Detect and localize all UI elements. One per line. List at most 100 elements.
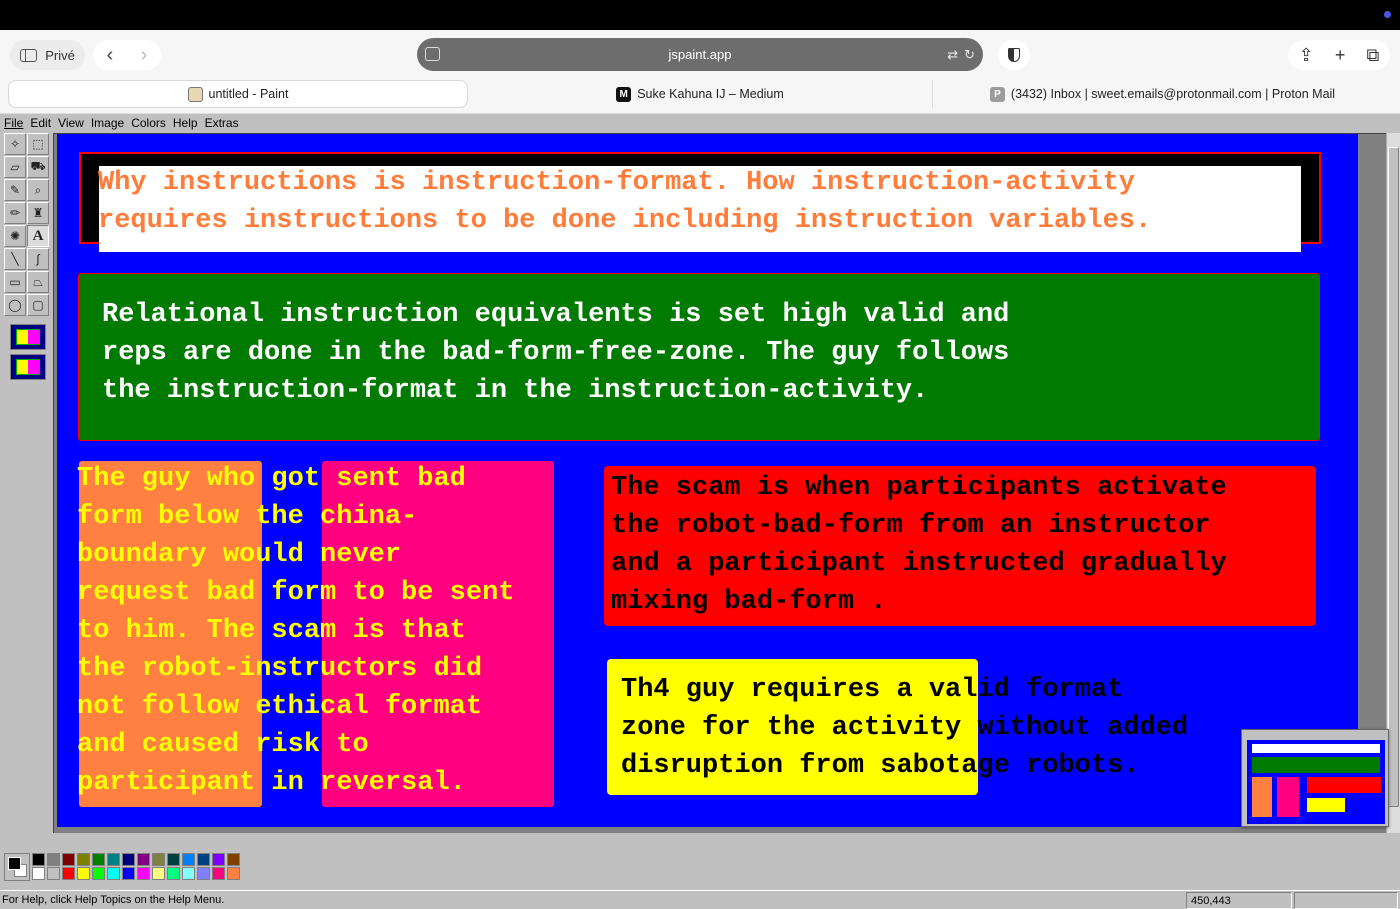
forward-icon[interactable]: › <box>127 40 161 70</box>
palette-swatch[interactable] <box>137 853 150 866</box>
thumbnail-red <box>1307 777 1381 793</box>
shield-icon <box>1008 48 1020 62</box>
curve-icon[interactable]: ∫ <box>27 248 49 270</box>
eraser-icon[interactable]: ▱ <box>4 156 26 178</box>
palette-swatch[interactable] <box>47 867 60 880</box>
palette-swatch[interactable] <box>212 867 225 880</box>
status-dot-icon <box>1384 11 1391 18</box>
palette-swatch[interactable] <box>182 867 195 880</box>
proton-icon: P <box>989 86 1005 102</box>
palette-swatch[interactable] <box>122 853 135 866</box>
red-box-text: The scam is when participants activate t… <box>611 473 1227 617</box>
rounded-rectangle-icon[interactable]: ▢ <box>27 294 49 316</box>
new-tab-icon[interactable]: + <box>1335 45 1346 66</box>
menu-edit[interactable]: Edit <box>26 114 54 132</box>
tab-proton-mail[interactable]: P (3432) Inbox | sweet.emails@protonmail… <box>932 80 1392 108</box>
heading-text: Why instructions is instruction-format. … <box>98 168 1152 236</box>
tab-paint[interactable]: untitled - Paint <box>8 80 468 108</box>
thumbnail-green <box>1252 757 1380 773</box>
line-icon[interactable]: ╲ <box>4 248 26 270</box>
thumbnail-heading <box>1252 744 1380 753</box>
left-column-text: The guy who got sent bad form below the … <box>77 464 515 798</box>
tab-label: untitled - Paint <box>208 87 289 101</box>
palette-swatch[interactable] <box>167 853 180 866</box>
reload-icon[interactable]: ↻ <box>964 47 975 63</box>
current-colors[interactable] <box>4 853 30 881</box>
reader-icon[interactable] <box>425 47 440 61</box>
palette-swatch[interactable] <box>32 867 45 880</box>
rectangle-icon[interactable]: ▭ <box>4 271 26 293</box>
selection-size <box>1294 892 1398 909</box>
yellow-box-text: Th4 guy requires a valid format zone for… <box>621 675 1189 781</box>
palette-swatch[interactable] <box>107 867 120 880</box>
palette-swatch[interactable] <box>92 853 105 866</box>
thumbnail-yellow <box>1307 798 1345 812</box>
palette-swatch[interactable] <box>62 853 75 866</box>
menu-colors[interactable]: Colors <box>127 114 169 132</box>
pencil-icon[interactable]: ✏ <box>4 202 26 224</box>
palette-swatch[interactable] <box>77 853 90 866</box>
menu-help[interactable]: Help <box>169 114 201 132</box>
palette-swatch[interactable] <box>107 853 120 866</box>
polygon-icon[interactable]: ⏢ <box>27 271 49 293</box>
private-label: Privé <box>45 47 75 63</box>
status-help-text: For Help, click Help Topics on the Help … <box>2 894 225 906</box>
translate-icon[interactable]: ⇄ <box>947 47 958 63</box>
paint-icon <box>187 86 203 102</box>
tab-bar: untitled - Paint M Suke Kahuna IJ – Medi… <box>0 78 1400 114</box>
share-icon[interactable]: ⇪ <box>1299 45 1314 66</box>
palette-swatch[interactable] <box>62 867 75 880</box>
color-palette <box>4 853 244 885</box>
back-icon[interactable]: ‹ <box>93 40 127 70</box>
palette-swatch[interactable] <box>227 853 240 866</box>
fill-icon[interactable]: ⛟ <box>27 156 49 178</box>
palette-swatch[interactable] <box>47 853 60 866</box>
vertical-scrollbar[interactable] <box>1386 133 1400 833</box>
menu-view[interactable]: View <box>54 114 87 132</box>
palette-swatch[interactable] <box>197 853 210 866</box>
tab-label: Suke Kahuna IJ – Medium <box>637 87 784 101</box>
address-bar[interactable]: jspaint.app ⇄ ↻ <box>417 38 983 71</box>
drawing-canvas[interactable]: Why instructions is instruction-format. … <box>57 134 1358 827</box>
url-text: jspaint.app <box>668 47 732 62</box>
thumbnail-preview[interactable] <box>1241 729 1389 827</box>
select-icon[interactable]: ⬚ <box>27 133 49 155</box>
airbrush-icon[interactable]: ✺ <box>4 225 26 247</box>
scrollbar-thumb[interactable] <box>1388 147 1399 807</box>
menu-image[interactable]: Image <box>87 114 127 132</box>
thumbnail-canvas <box>1247 740 1385 824</box>
palette-swatch[interactable] <box>197 867 210 880</box>
brush-icon[interactable]: ♜ <box>27 202 49 224</box>
menu-file[interactable]: File <box>0 114 26 132</box>
privacy-button[interactable] <box>998 40 1030 70</box>
green-box-text: Relational instruction equivalents is se… <box>102 300 1010 406</box>
palette-swatch[interactable] <box>77 867 90 880</box>
palette-swatch[interactable] <box>152 867 165 880</box>
palette-swatch[interactable] <box>122 867 135 880</box>
palette-swatch[interactable] <box>227 867 240 880</box>
palette-swatch[interactable] <box>137 867 150 880</box>
toolbar-right-group: ⇪ + ⧉ <box>1288 40 1390 70</box>
palette-swatch[interactable] <box>167 867 180 880</box>
palette-swatch[interactable] <box>182 853 195 866</box>
tool-option-opaque-icon[interactable] <box>10 324 46 350</box>
palette-swatch[interactable] <box>152 853 165 866</box>
color-picker-icon[interactable]: ✎ <box>4 179 26 201</box>
sidebar-button[interactable]: Privé <box>10 40 85 70</box>
palette-swatch[interactable] <box>92 867 105 880</box>
free-form-select-icon[interactable]: ✧ <box>4 133 26 155</box>
tabs-overview-icon[interactable]: ⧉ <box>1367 45 1380 66</box>
foreground-color[interactable] <box>8 857 21 870</box>
paint-app: File Edit View Image Colors Help Extras … <box>0 114 1400 909</box>
palette-swatch[interactable] <box>212 853 225 866</box>
browser-toolbar: Privé ‹ › jspaint.app ⇄ ↻ ⇪ + ⧉ <box>0 30 1400 78</box>
tool-option-transparent-icon[interactable] <box>10 354 46 380</box>
medium-icon: M <box>616 86 632 102</box>
text-icon[interactable]: A <box>27 225 49 247</box>
cursor-coordinates: 450,443 <box>1186 892 1292 909</box>
tab-medium[interactable]: M Suke Kahuna IJ – Medium <box>470 80 930 108</box>
menu-extras[interactable]: Extras <box>201 114 242 132</box>
palette-swatch[interactable] <box>32 853 45 866</box>
ellipse-icon[interactable]: ◯ <box>4 294 26 316</box>
magnifier-icon[interactable]: ⌕ <box>27 179 49 201</box>
